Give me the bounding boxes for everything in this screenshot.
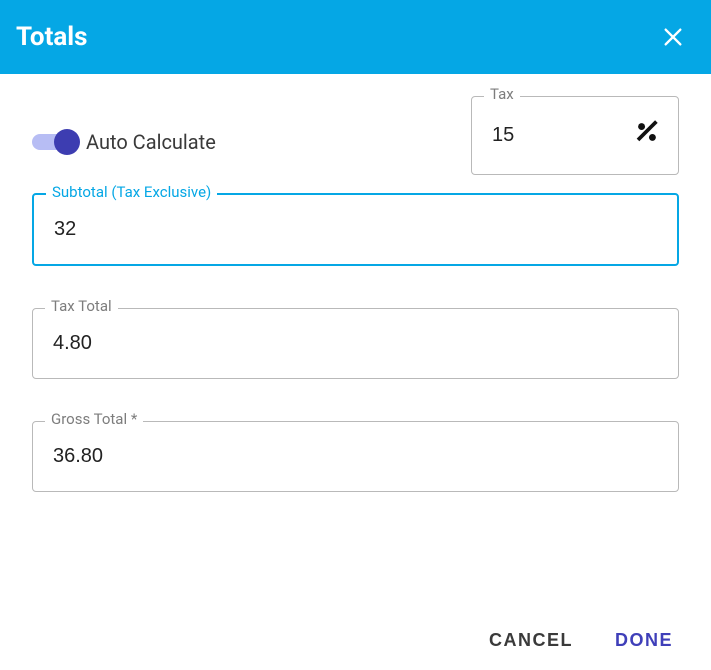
dialog-content: Auto Calculate Tax Subtotal (Tax Exclusi… [0,74,711,492]
close-button[interactable] [659,23,687,51]
tax-total-label: Tax Total [45,297,118,315]
tax-total-input[interactable] [51,331,660,356]
gross-total-input[interactable] [51,444,660,469]
tax-field: Tax [471,96,679,175]
percent-icon [634,119,660,152]
tax-total-field: Tax Total [32,308,679,379]
dialog-header: Totals [0,0,711,74]
tax-input[interactable] [490,123,600,148]
toggle-knob [54,129,80,155]
cancel-button[interactable]: CANCEL [483,629,579,652]
dialog-title: Totals [16,22,88,52]
close-icon [662,26,684,48]
subtotal-input[interactable] [52,217,659,242]
subtotal-label: Subtotal (Tax Exclusive) [46,183,217,201]
gross-total-field: Gross Total * [32,421,679,492]
tax-label: Tax [484,85,520,103]
done-button[interactable]: DONE [609,629,679,652]
auto-calculate-label: Auto Calculate [86,130,216,154]
gross-total-label: Gross Total * [45,410,143,428]
dialog-footer: CANCEL DONE [483,629,679,652]
auto-calculate-toggle[interactable] [32,134,76,150]
auto-calculate-group: Auto Calculate [32,118,216,154]
subtotal-field: Subtotal (Tax Exclusive) [32,193,679,266]
top-row: Auto Calculate Tax [32,96,679,175]
